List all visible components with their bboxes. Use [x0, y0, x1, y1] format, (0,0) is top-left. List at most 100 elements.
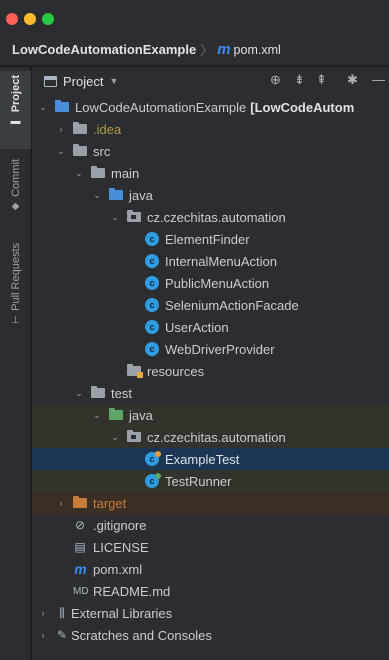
tree-item-class[interactable]: c InternalMenuAction: [32, 250, 389, 272]
tree-item-label: src: [93, 143, 111, 159]
tree-item-file[interactable]: m pom.xml: [32, 558, 389, 580]
tree-item-label: ElementFinder: [165, 231, 250, 247]
maven-icon: m: [74, 561, 86, 577]
tree-item-label: SeleniumActionFacade: [165, 297, 299, 313]
tree-item-test[interactable]: ⌄ test: [32, 382, 389, 404]
breadcrumb-project[interactable]: LowCodeAutomationExample: [12, 42, 196, 57]
tree-item-label: test: [111, 385, 132, 401]
test-source-folder-icon: [109, 408, 123, 420]
tree-item-resources[interactable]: resources: [32, 360, 389, 382]
resources-folder-icon: [127, 364, 143, 378]
scratches-icon: ✎: [56, 628, 68, 642]
tree-item-class[interactable]: c UserAction: [32, 316, 389, 338]
tree-item-label: .gitignore: [93, 517, 147, 533]
tree-item-test-package[interactable]: ⌄ cz.czechitas.automation: [32, 426, 389, 448]
chevron-down-icon[interactable]: ⌄: [91, 410, 103, 421]
folder-icon: [91, 166, 105, 178]
tree-item-test-java[interactable]: ⌄ java: [32, 404, 389, 426]
tree-item-label: README.md: [93, 583, 171, 599]
test-class-icon: c: [145, 473, 161, 488]
markdown-icon: MD: [73, 585, 89, 597]
tree-item-scratches[interactable]: › ✎ Scratches and Consoles: [32, 624, 389, 646]
chevron-right-icon[interactable]: ›: [55, 498, 67, 508]
tree-item-label: WebDriverProvider: [165, 341, 275, 357]
tree-item-src[interactable]: ⌄ src: [32, 140, 389, 162]
class-icon: c: [145, 254, 159, 268]
chevron-right-icon[interactable]: ›: [37, 608, 49, 618]
tool-window-stripe: Project ▬ Commit ◆ Pull Requests ⊥: [0, 67, 31, 660]
breadcrumb-file[interactable]: pom.xml: [234, 43, 281, 57]
locate-icon[interactable]: ⊕: [270, 72, 281, 88]
chevron-right-icon[interactable]: ›: [55, 124, 67, 134]
tree-item-class[interactable]: c ElementFinder: [32, 228, 389, 250]
class-icon: c: [145, 276, 159, 290]
tree-item-label: resources: [147, 363, 205, 379]
text-file-icon: ▤: [74, 540, 86, 554]
gear-icon[interactable]: ✱: [347, 72, 358, 88]
class-icon: c: [145, 232, 159, 246]
class-icon: c: [145, 298, 159, 312]
class-icon: c: [145, 342, 159, 356]
close-window-button[interactable]: [6, 13, 18, 25]
chevron-down-icon[interactable]: ⌄: [37, 102, 49, 113]
tree-item-file[interactable]: ▤ LICENSE: [32, 536, 389, 558]
tree-item-label: External Libraries: [71, 605, 173, 621]
tab-project[interactable]: Project ▬: [0, 71, 31, 149]
libraries-icon: ⫼: [59, 605, 65, 620]
expand-all-icon[interactable]: ⇟: [294, 72, 305, 88]
chevron-down-icon[interactable]: ⌄: [109, 432, 121, 443]
tree-item-main-package[interactable]: ⌄ cz.czechitas.automation: [32, 206, 389, 228]
tab-pull-requests[interactable]: Pull Requests ⊥: [0, 239, 31, 347]
tree-item-main[interactable]: ⌄ main: [32, 162, 389, 184]
tree-item-label: InternalMenuAction: [165, 253, 278, 269]
tree-item-test-class-selected[interactable]: c ExampleTest: [32, 448, 389, 470]
hide-icon[interactable]: —: [372, 72, 385, 87]
chevron-right-icon[interactable]: ›: [37, 630, 49, 640]
module-folder-icon: [55, 100, 69, 112]
folder-icon: [91, 386, 105, 398]
tree-item-label: cz.czechitas.automation: [147, 209, 286, 225]
tab-commit[interactable]: Commit ◆: [0, 155, 31, 225]
package-icon: [127, 210, 141, 222]
chevron-down-icon[interactable]: ⌄: [73, 388, 85, 399]
chevron-down-icon[interactable]: ⌄: [109, 212, 121, 223]
project-tree: ⌄ LowCodeAutomationExample [LowCodeAutom…: [32, 95, 389, 660]
chevron-down-icon[interactable]: ⌄: [73, 168, 85, 179]
tree-item-class[interactable]: c PublicMenuAction: [32, 272, 389, 294]
commit-icon: ◆: [11, 200, 20, 212]
tree-item-root[interactable]: ⌄ LowCodeAutomationExample [LowCodeAutom: [32, 96, 389, 118]
folder-icon: [73, 122, 87, 134]
tree-item-target[interactable]: › target: [32, 492, 389, 514]
tab-commit-label: Commit: [9, 159, 22, 197]
tree-item-class[interactable]: c SeleniumActionFacade: [32, 294, 389, 316]
chevron-down-icon[interactable]: ⌄: [55, 146, 67, 157]
tree-item-file[interactable]: ⊘ .gitignore: [32, 514, 389, 536]
chevron-down-icon[interactable]: ▼: [109, 76, 118, 86]
chevron-down-icon[interactable]: ⌄: [91, 190, 103, 201]
tree-item-test-class[interactable]: c TestRunner: [32, 470, 389, 492]
tree-item-label: .idea: [93, 121, 122, 137]
tree-item-class[interactable]: c WebDriverProvider: [32, 338, 389, 360]
window-titlebar: [0, 0, 389, 34]
class-icon: c: [145, 320, 159, 334]
tree-item-file[interactable]: MD README.md: [32, 580, 389, 602]
tree-item-label: cz.czechitas.automation: [147, 429, 286, 445]
tree-item-main-java[interactable]: ⌄ java: [32, 184, 389, 206]
excluded-folder-icon: [73, 496, 87, 508]
project-view-selector[interactable]: Project: [63, 74, 103, 89]
minimize-window-button[interactable]: [24, 13, 36, 25]
package-icon: [127, 430, 141, 442]
tree-item-label: main: [111, 165, 140, 181]
tree-item-external-libraries[interactable]: › ⫼ External Libraries: [32, 602, 389, 624]
test-class-icon: c: [145, 451, 161, 466]
gitignore-icon: ⊘: [74, 518, 86, 532]
collapse-all-icon[interactable]: ⇞: [316, 72, 327, 88]
tree-item-label: PublicMenuAction: [165, 275, 270, 291]
tree-item-label: pom.xml: [93, 561, 143, 577]
zoom-window-button[interactable]: [42, 13, 54, 25]
tree-item-idea[interactable]: › .idea: [32, 118, 389, 140]
project-window-icon: [44, 75, 57, 87]
tree-item-label: LICENSE: [93, 539, 149, 555]
breadcrumb-separator: 〉: [200, 43, 214, 58]
folder-icon: ▬: [10, 116, 21, 128]
